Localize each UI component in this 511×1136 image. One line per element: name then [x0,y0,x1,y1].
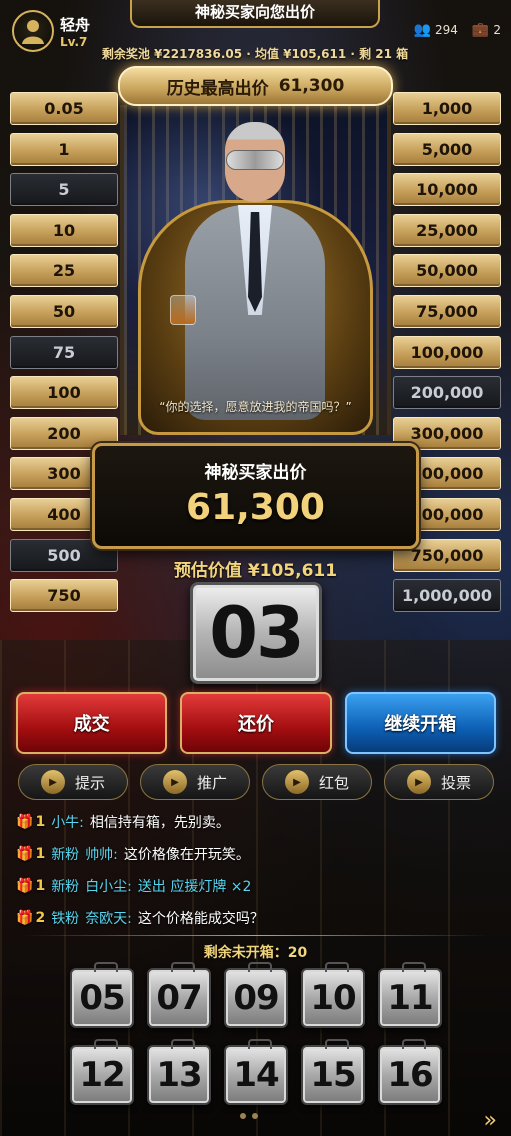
user-level-badge: 🎁 1 [16,878,45,894]
highest-bid-value: 61,300 [278,76,345,96]
value-slot: 10,000 [393,173,501,207]
fan-tag: 新粉 [51,879,80,895]
briefcase-11[interactable]: 11 [378,962,442,1028]
user-level-badge: 🎁 1 [16,814,45,830]
secondary-actions: ▶ 提示 ▶ 推广 ▶ 红包 ▶ 投票 [18,764,494,800]
continue-opening-button[interactable]: 继续开箱 [344,692,496,754]
value-slot: 25 [10,254,118,288]
gift-icon: 🎁 [16,878,34,894]
chat-message: 🎁 1 新粉 白小尘: 送出 应援灯牌 ×2 [16,876,496,896]
value-slot: 75,000 [393,294,501,328]
gift-message: 送出 应援灯牌 ×2 [137,879,252,895]
gift-icon: 🎁 [16,814,34,830]
page-dot [240,1113,246,1119]
buyer-offer-panel: 神秘买家出价 61,300 [92,443,419,549]
offer-title: 神秘买家出价 [204,463,307,483]
briefcase-07[interactable]: 07 [147,962,211,1028]
chat-text: 这个价格能成交吗？ [137,911,264,927]
briefcase-13[interactable]: 13 [147,1039,211,1105]
chat-username[interactable]: 小牛: [51,812,84,832]
value-slot: 200,000 [393,376,501,410]
estimated-value: 预估价值 ¥105,611 [173,561,338,581]
avatar[interactable] [12,10,54,52]
chat-username[interactable]: 奈欧天: [85,908,132,928]
remaining-cases-label: 剩余未开箱：20 [203,945,308,961]
chat-text: 相信持有箱，先别卖。 [89,815,230,831]
whisky-glass [170,295,196,325]
deal-button[interactable]: 成交 [16,692,168,754]
offer-amount: 61,300 [186,487,325,528]
highest-bid-label: 历史最高出价 [166,78,269,99]
play-icon: ▶ [40,770,65,794]
player-info[interactable]: 轻舟 Lv.7 [12,10,90,52]
chat-message: 🎁 1 新粉 帅帅: 这价格像在开玩笑。 [16,844,496,864]
play-icon: ▶ [162,770,187,794]
page-title: 神秘买家向您出价 [130,0,380,28]
play-icon: ▶ [284,770,309,794]
player-name: 轻舟 [60,15,91,34]
chat-feed: 🎁 1 小牛: 相信持有箱，先别卖。 🎁 1 新粉 帅帅: 这价格像在开玩笑。 🎁 1 新粉 白小尘: 送… [16,812,496,928]
prize-pool-info: 剩余奖池 ¥2217836.05 · 均值 ¥105,611 · 剩 21 箱 [101,47,409,61]
briefcase-05[interactable]: 05 [70,962,134,1028]
value-slot: 750 [10,579,118,613]
briefcase-09[interactable]: 09 [224,962,288,1028]
value-slot: 50,000 [393,254,501,288]
chat-message: 🎁 2 铁粉 奈欧天: 这个价格能成交吗？ [16,908,496,928]
value-slot: 100,000 [393,335,501,369]
user-level-badge: 🎁 2 [16,910,45,926]
promote-button[interactable]: ▶ 推广 [140,764,250,800]
value-slot: 50 [10,294,118,328]
unopened-cases-grid: 05 07 09 10 11 12 13 14 15 16 [70,962,442,1105]
chat-text: 这价格像在开玩笑。 [123,847,250,863]
value-slot: 75 [10,335,118,369]
user-level-badge: 🎁 1 [16,846,45,862]
buyer-quote: “你的选择，愿意放进我的帝国吗？” [159,400,352,414]
player-level: Lv.7 [60,34,88,49]
value-slot: 25,000 [393,213,501,247]
value-slot: 1,000 [393,92,501,125]
fan-tag: 铁粉 [51,911,80,927]
player-case: 03 [190,582,322,684]
briefcase-10[interactable]: 10 [301,962,365,1028]
gift-icon: 🎁 [16,910,34,926]
briefcase-icon: 💼 [471,22,490,38]
users-icon: 👥 [413,22,432,38]
chat-username[interactable]: 白小尘: [85,876,132,896]
masquerade-mask [226,150,284,170]
briefcase-14[interactable]: 14 [224,1039,288,1105]
red-packet-button[interactable]: ▶ 红包 [262,764,372,800]
hint-button[interactable]: ▶ 提示 [18,764,128,800]
gift-icon: 🎁 [16,846,34,862]
briefcase-16[interactable]: 16 [378,1039,442,1105]
value-slot: 1 [10,132,118,166]
level-number: 1 [35,878,46,894]
chat-message: 🎁 1 小牛: 相信持有箱，先别卖。 [16,812,496,832]
highest-bid-banner: 历史最高出价 61,300 [118,66,393,106]
briefcase-15[interactable]: 15 [301,1039,365,1105]
case-counter: 💼 2 [471,22,501,38]
value-slot: 5,000 [393,132,501,166]
counter-offer-button[interactable]: 还价 [180,692,332,754]
value-slot: 5 [10,173,118,207]
user-icon [22,20,44,44]
play-icon: ▶ [406,770,431,794]
level-number: 1 [35,814,46,830]
value-slot: 100 [10,376,118,410]
level-number: 1 [35,846,46,862]
header-stats: 👥 294 💼 2 [414,22,501,38]
online-users: 👥 294 [413,22,458,38]
value-slot: 1,000,000 [393,579,501,613]
vote-button[interactable]: ▶ 投票 [384,764,494,800]
next-arrow-icon[interactable]: » [484,1108,497,1133]
divider [24,935,488,936]
action-bar: 成交 还价 继续开箱 [16,692,496,754]
value-slot: 10 [10,213,118,247]
briefcase-12[interactable]: 12 [70,1039,134,1105]
page-indicator [240,1113,258,1119]
level-number: 2 [35,910,46,926]
page-dot [252,1113,258,1119]
fan-tag: 新粉 [51,847,80,863]
chat-username[interactable]: 帅帅: [85,844,118,864]
value-slot: 0.05 [10,92,118,125]
